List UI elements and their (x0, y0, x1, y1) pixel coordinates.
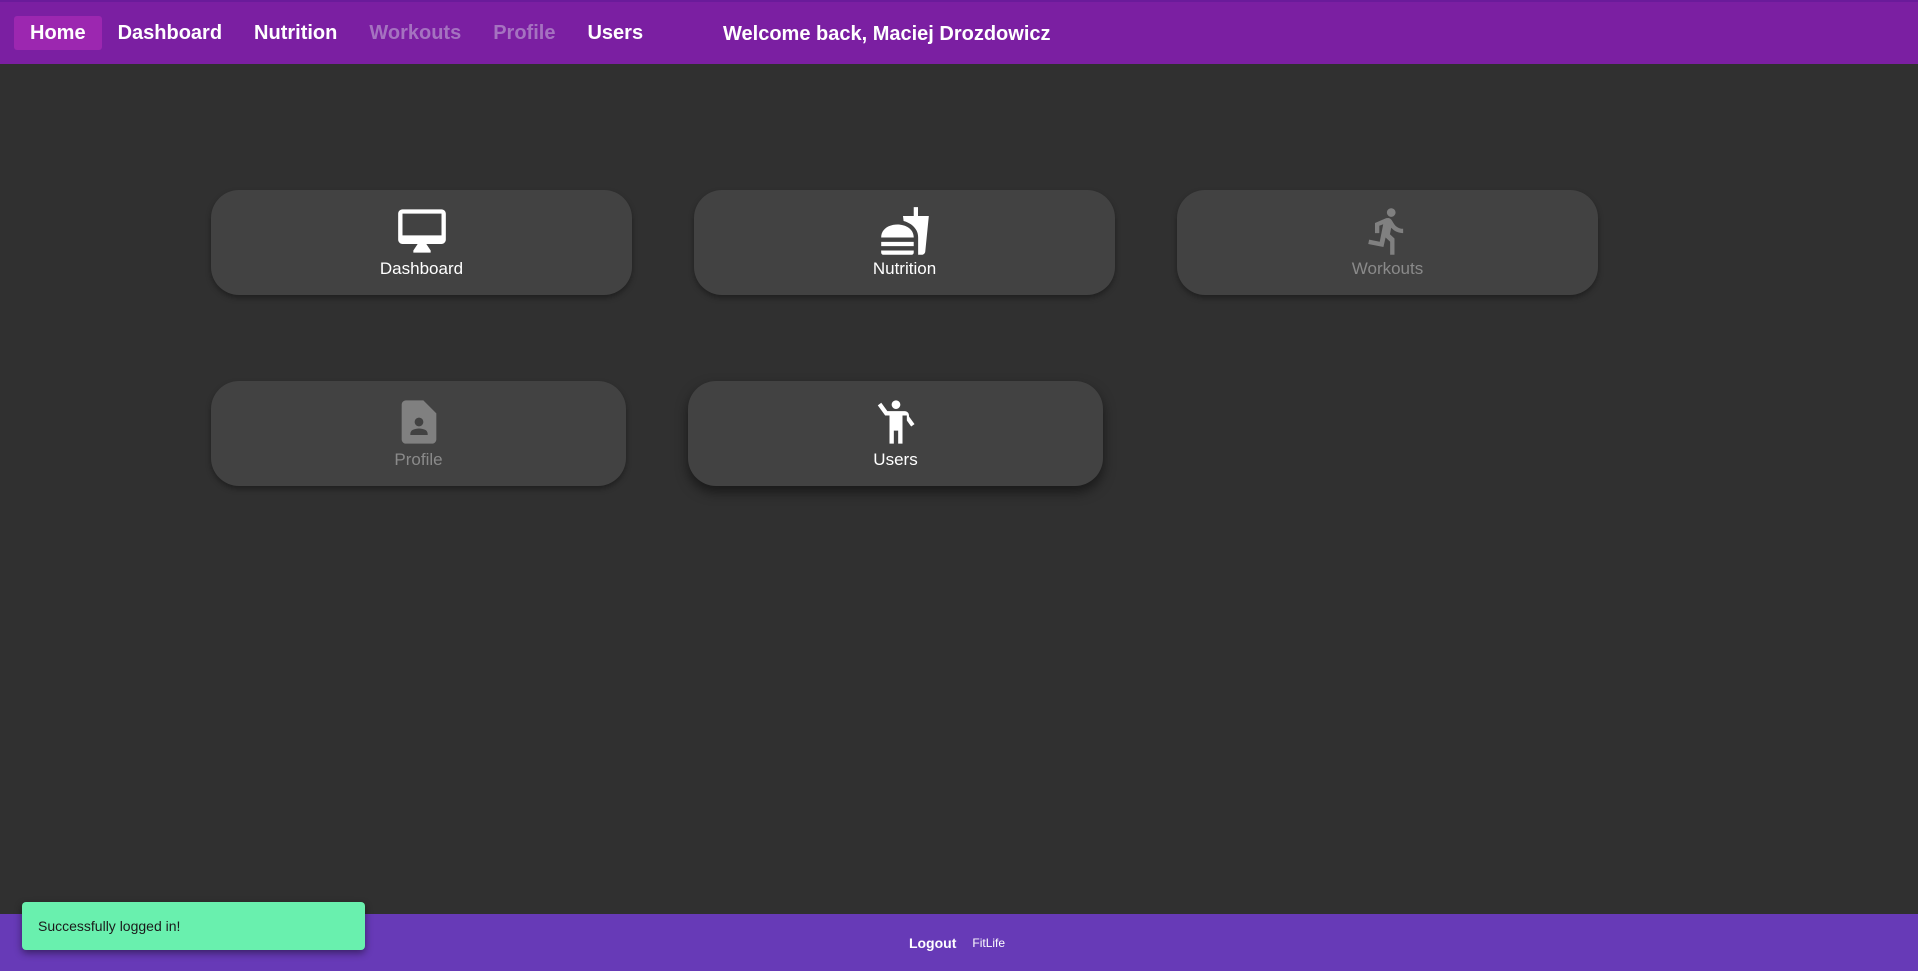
nav-dashboard[interactable]: Dashboard (102, 16, 238, 50)
tile-profile-label: Profile (394, 449, 443, 469)
top-navigation-bar: Home Dashboard Nutrition Workouts Profil… (0, 0, 1918, 64)
nav-home[interactable]: Home (14, 16, 102, 50)
welcome-message: Welcome back, Maciej Drozdowicz (723, 23, 1051, 45)
success-snackbar: Successfully logged in! (22, 902, 365, 950)
running-person-icon (1367, 207, 1403, 255)
contact-file-icon (401, 399, 436, 444)
footer-brand: FitLife (972, 935, 1006, 950)
nav-workouts: Workouts (369, 22, 462, 44)
snackbar-message: Successfully logged in! (38, 918, 181, 934)
desktop-icon (397, 208, 446, 253)
tile-workouts: Workouts (1177, 190, 1598, 295)
waving-person-icon (877, 399, 915, 444)
tile-users[interactable]: Users (688, 381, 1103, 486)
logout-link[interactable]: Logout (909, 935, 956, 951)
nav-profile: Profile (493, 22, 556, 44)
tile-dashboard-label: Dashboard (379, 258, 464, 278)
nav-nutrition[interactable]: Nutrition (238, 16, 353, 50)
tile-profile: Profile (211, 381, 626, 486)
tile-nutrition-label: Nutrition (872, 258, 937, 278)
nav-users[interactable]: Users (571, 16, 659, 50)
tile-users-label: Users (873, 449, 918, 469)
tile-dashboard[interactable]: Dashboard (211, 190, 632, 295)
tile-nutrition[interactable]: Nutrition (694, 190, 1115, 295)
fastfood-icon (880, 206, 929, 255)
tile-workouts-label: Workouts (1351, 258, 1424, 278)
